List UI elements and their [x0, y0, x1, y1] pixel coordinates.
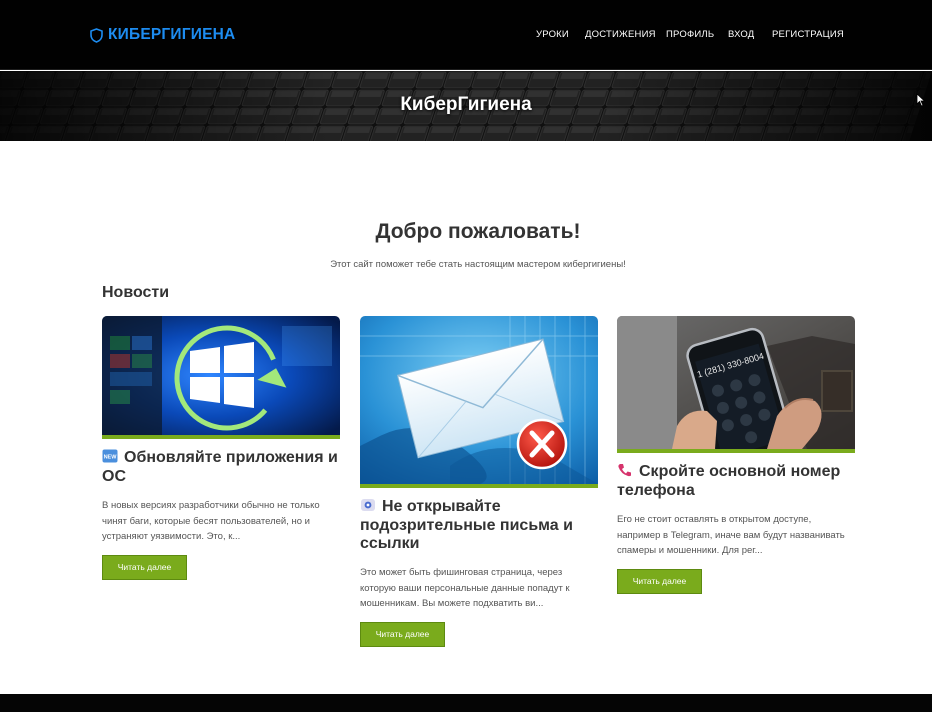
- footer: [0, 694, 932, 712]
- mouse-cursor-icon: [916, 93, 926, 107]
- news-card: NEW Обновляйте приложения и ОС В новых в…: [102, 316, 340, 580]
- nav-item-achievements[interactable]: ДОСТИЖЕНИЯ: [585, 29, 656, 40]
- hero-title: КиберГигиена: [400, 94, 532, 115]
- phone-in-hand-illustration: 1 (281) 330-8004: [617, 316, 855, 449]
- card-title-text: Скройте основной номер телефона: [617, 463, 841, 499]
- brand-name: КИБЕРГИГИЕНА: [108, 26, 236, 43]
- new-badge-icon: NEW: [102, 449, 118, 468]
- card-title-text: Обновляйте приложения и ОС: [102, 449, 338, 485]
- nav-item-login[interactable]: ВХОД: [728, 29, 754, 40]
- phishing-email-illustration: [360, 316, 598, 484]
- read-more-button[interactable]: Читать далее: [617, 568, 702, 594]
- news-card: 1 (281) 330-8004 Скройте основной номер …: [617, 316, 855, 594]
- welcome-title: Добро пожаловать!: [375, 220, 581, 243]
- phishing-email-image[interactable]: [360, 316, 598, 488]
- windows-update-illustration: [102, 316, 340, 435]
- card-title[interactable]: Не открывайте подозрительные письма и сс…: [360, 498, 598, 553]
- phone-in-hand-image[interactable]: 1 (281) 330-8004: [617, 316, 855, 453]
- hero-banner: КиберГигиена: [0, 71, 932, 141]
- card-excerpt: Это может быть фишинговая страница, чере…: [360, 567, 570, 609]
- nav-item-profile[interactable]: ПРОФИЛЬ: [666, 29, 714, 40]
- windows-update-image[interactable]: [102, 316, 340, 439]
- shield-badge-icon: [360, 498, 376, 517]
- news-card: Не открывайте подозрительные письма и сс…: [360, 316, 598, 647]
- news-heading: Новости: [102, 284, 170, 301]
- nav-item-register[interactable]: РЕГИСТРАЦИЯ: [772, 29, 844, 40]
- read-more-button[interactable]: Читать далее: [360, 621, 445, 647]
- shield-logo-icon: [90, 27, 103, 43]
- brand-logo[interactable]: КИБЕРГИГИЕНА: [90, 26, 235, 44]
- read-more-button[interactable]: Читать далее: [102, 554, 187, 580]
- svg-text:NEW: NEW: [104, 455, 118, 461]
- card-title[interactable]: NEW Обновляйте приложения и ОС: [102, 449, 340, 486]
- card-title-text: Не открывайте подозрительные письма и сс…: [360, 498, 573, 552]
- phone-icon: [617, 463, 633, 482]
- top-navbar: КИБЕРГИГИЕНА УРОКИ ДОСТИЖЕНИЯ ПРОФИЛЬ ВХ…: [0, 0, 932, 70]
- nav-item-lessons[interactable]: УРОКИ: [536, 29, 569, 40]
- card-excerpt: В новых версиях разработчики обычно не т…: [102, 500, 320, 542]
- card-excerpt: Его не стоит оставлять в открытом доступ…: [617, 514, 845, 556]
- welcome-subtitle: Этот сайт поможет тебе стать настоящим м…: [330, 259, 626, 270]
- card-title[interactable]: Скройте основной номер телефона: [617, 463, 855, 500]
